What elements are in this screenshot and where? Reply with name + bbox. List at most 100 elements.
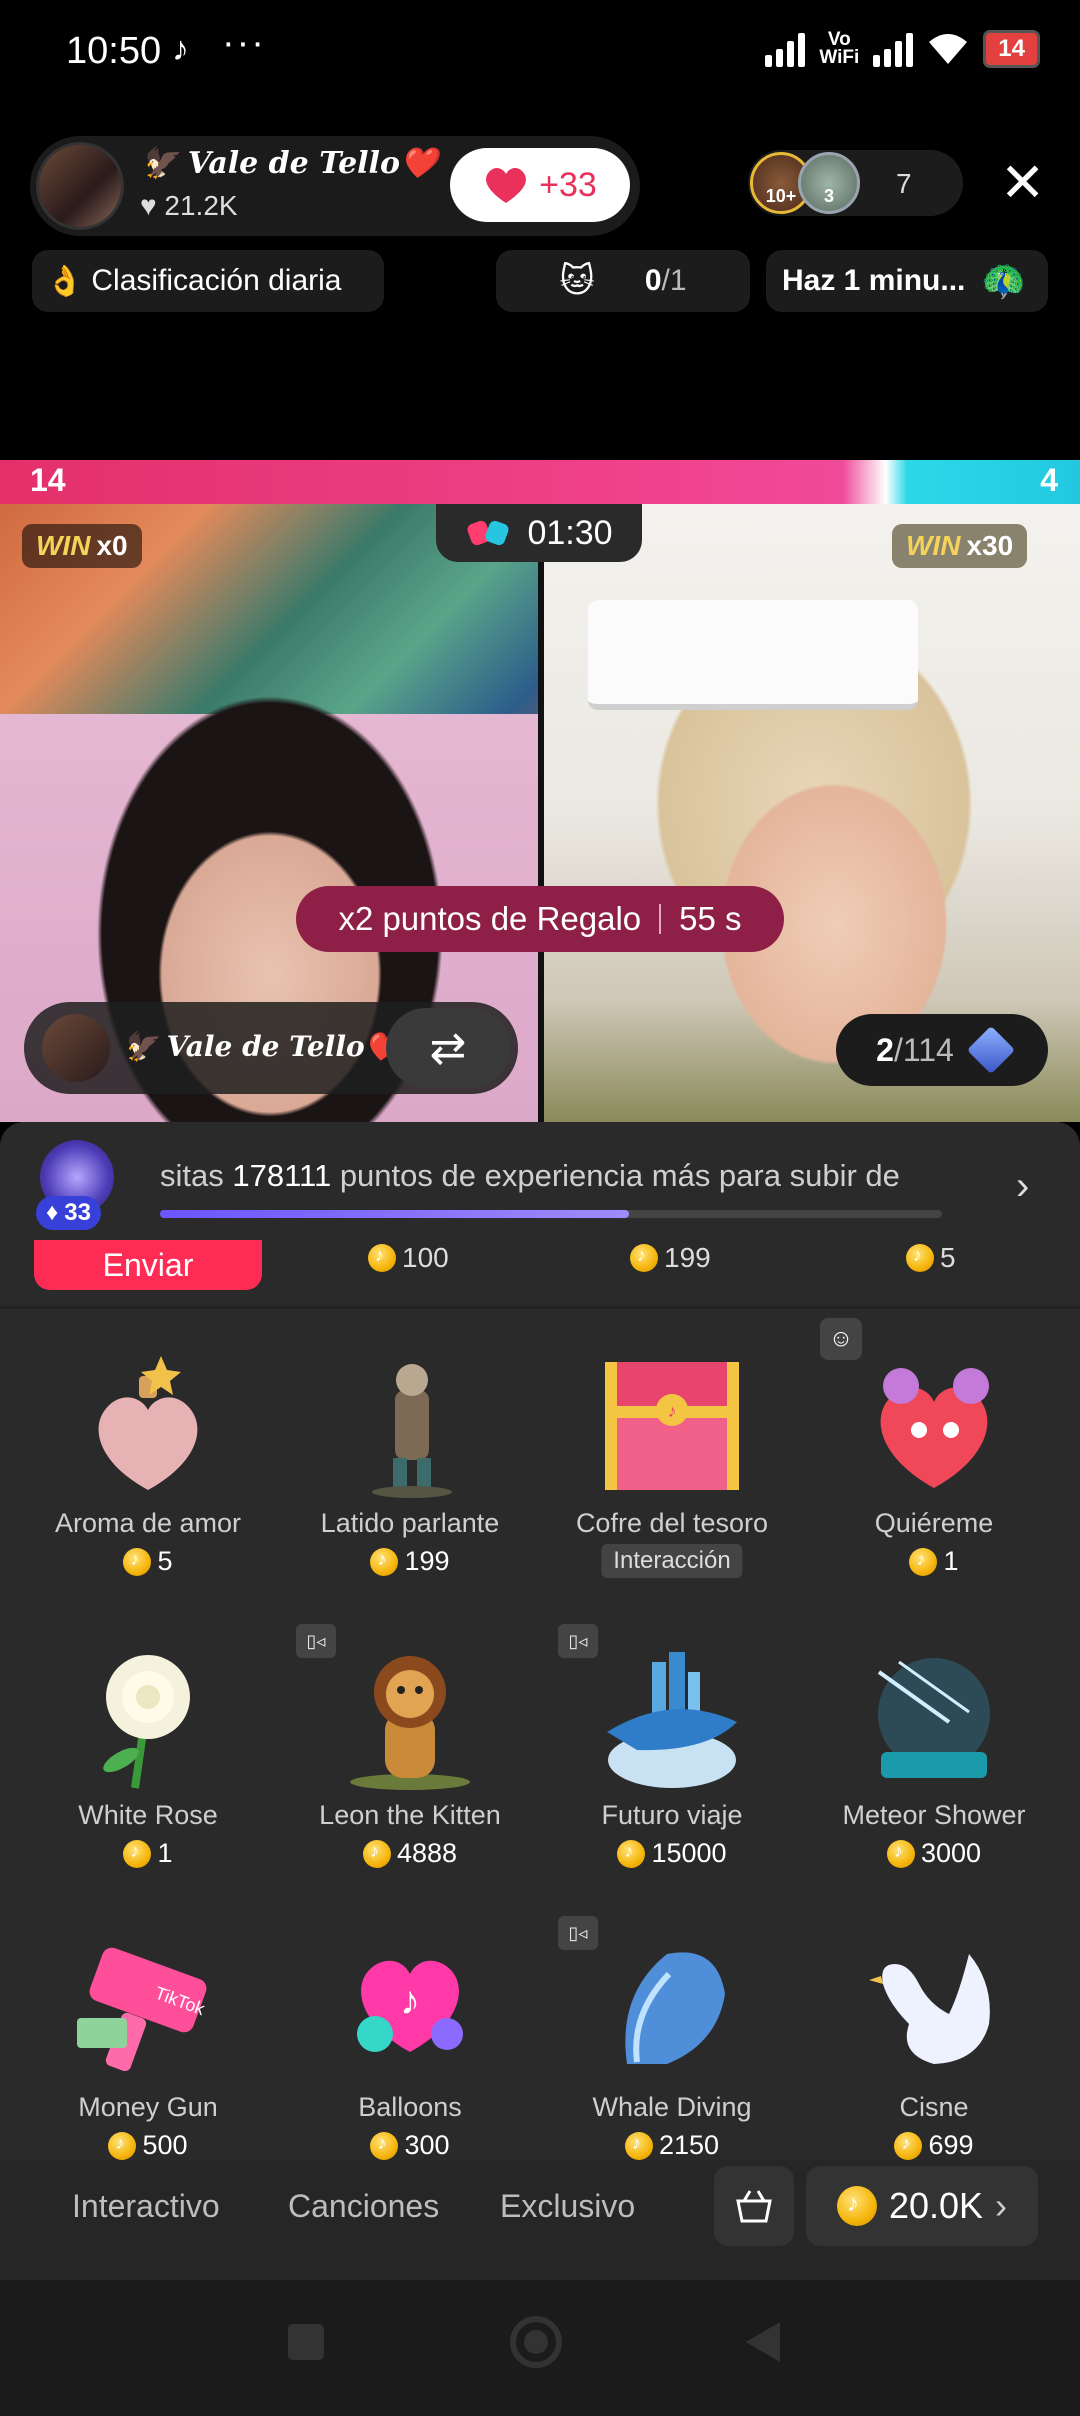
shop-basket-icon[interactable] (714, 2166, 794, 2246)
red-heart-icon (486, 167, 527, 203)
status-icons: Vo WiFi 14 (765, 30, 1040, 68)
gift-item[interactable]: Quiéreme 1 (803, 1350, 1065, 1620)
battle-score-bar (0, 460, 1080, 504)
close-icon[interactable]: ✕ (1000, 156, 1045, 210)
coin-icon (886, 1839, 915, 1868)
lion-icon (350, 1656, 470, 1790)
battle-score-left: 14 (30, 462, 66, 498)
background-ac-unit (588, 600, 918, 710)
white-rose-icon (103, 1655, 190, 1789)
coin-icon (368, 1244, 396, 1272)
gift-item[interactable]: Aroma de amor 5 (17, 1350, 279, 1620)
level-message: sitas 178111 puntos de experiencia más p… (160, 1158, 900, 1193)
recent-apps-icon[interactable] (288, 2324, 324, 2360)
coin-icon (836, 2186, 877, 2226)
coin-icon (123, 1547, 152, 1576)
gift-item[interactable]: ♪ Cofre del tesoro Interacción (541, 1350, 803, 1620)
treasure-chest-icon: ♪ (605, 1362, 739, 1490)
prev-price-2: 199 (630, 1242, 711, 1274)
host-likes: ♥ 21.2K (140, 190, 238, 221)
gift-item[interactable]: White Rose 1 (17, 1642, 279, 1912)
follow-count: +33 (539, 165, 597, 204)
prev-price-1: 100 (368, 1242, 449, 1274)
diamond-icon: ♦ (46, 1199, 59, 1226)
svg-text:♪: ♪ (400, 1979, 420, 2023)
coin-icon (123, 1839, 152, 1868)
tab-interactivo[interactable]: Interactivo (72, 2188, 220, 2225)
coin-balance-button[interactable]: 20.0K › (806, 2166, 1038, 2246)
perfume-icon (98, 1356, 198, 1490)
follow-like-button[interactable]: +33 (450, 148, 630, 222)
signal-icon-2 (873, 31, 914, 67)
hand-icon: 👌 (46, 264, 84, 298)
gift-progress-pill[interactable]: 2/114 (836, 1014, 1048, 1086)
more-notifications-icon: ··· (222, 22, 266, 64)
tab-canciones[interactable]: Canciones (288, 2188, 439, 2225)
win-streak-right: WIN x30 (892, 524, 1028, 568)
goal-chip[interactable]: 🐱 0/1 (496, 250, 750, 312)
coin-icon (617, 1839, 646, 1868)
gift-item[interactable]: Latido parlante 199 (279, 1350, 541, 1620)
cat-gift-icon: 🐱 (559, 262, 595, 300)
level-progress-fill (160, 1210, 629, 1218)
coin-icon (894, 2131, 923, 2160)
host-tag-name: 🦅 Vale de Tello❤️ (122, 1030, 400, 1063)
bonus-banner: x2 puntos de Regalo 55 s (296, 886, 784, 952)
status-time: 10:50 (66, 30, 162, 72)
coin-icon (906, 1244, 934, 1272)
interaction-tag: Interacción (601, 1544, 743, 1578)
goal-progress: 0/1 (644, 264, 687, 297)
swap-icon[interactable]: ⇄ (386, 1008, 510, 1088)
coin-icon (624, 2131, 653, 2160)
coin-balance: 20.0K (888, 2185, 984, 2226)
tab-exclusivo[interactable]: Exclusivo (500, 2188, 635, 2225)
gift-item[interactable]: Meteor Shower 3000 (803, 1642, 1065, 1912)
battle-timer: 01:30 (436, 504, 642, 562)
send-button[interactable]: Enviar (34, 1240, 262, 1290)
whale-icon (625, 1952, 725, 2064)
home-icon[interactable] (510, 2316, 562, 2368)
level-badge: ♦ 33 (36, 1196, 101, 1230)
battle-score-right: 4 (1040, 462, 1058, 498)
whale-city-icon (607, 1652, 737, 1788)
video-divider (538, 504, 544, 1122)
battery-indicator: 14 (983, 30, 1040, 68)
host-avatar[interactable] (36, 142, 124, 230)
daily-ranking-chip[interactable]: 👌 Clasificación diaria (32, 250, 384, 312)
vowifi-label: Vo WiFi (819, 29, 860, 68)
win-streak-left: WIN x0 (22, 524, 142, 568)
coin-icon (370, 2131, 399, 2160)
gem-icon (966, 1025, 1015, 1075)
heart-icon: ♥ (140, 190, 157, 221)
meteor-globe-icon (877, 1658, 990, 1778)
peacock-icon: 🦚 (981, 260, 1027, 301)
goat-figure-icon (372, 1364, 452, 1498)
tiktok-notification-icon: ♪ (172, 30, 189, 68)
coin-icon (362, 1839, 391, 1868)
viewer-avatar-2[interactable]: 3 (798, 152, 860, 214)
host-tag-avatar[interactable] (42, 1014, 110, 1082)
svg-text:♪: ♪ (668, 1401, 677, 1421)
money-gun-icon: TikTok (77, 1947, 208, 2072)
prev-price-3: 5 (906, 1242, 956, 1274)
panel-divider (0, 1306, 1080, 1309)
coin-icon (909, 1547, 938, 1576)
wifi-icon (929, 34, 968, 64)
task-label: Haz 1 minu... (782, 264, 966, 297)
heart-character-icon (880, 1368, 989, 1488)
signal-icon (765, 31, 806, 67)
balloons-icon: ♪ (357, 1960, 463, 2052)
back-icon[interactable] (746, 2322, 780, 2362)
coin-icon (630, 1244, 658, 1272)
coin-icon (370, 1547, 399, 1576)
gift-item[interactable]: Futuro viaje 15000 (541, 1642, 803, 1912)
top-viewers[interactable]: 10+ 3 (748, 150, 963, 216)
chevron-right-icon[interactable]: › (1016, 1164, 1029, 1209)
host-name: 🦅 Vale de Tello❤️ (140, 146, 438, 181)
battle-icon (467, 520, 509, 546)
task-chip[interactable]: Haz 1 minu... 🦚 (766, 250, 1048, 312)
daily-ranking-label: Clasificación diaria (91, 264, 342, 297)
viewer-count[interactable]: 7 (896, 168, 912, 200)
swan-icon (869, 1954, 990, 2064)
gift-item[interactable]: Leon the Kitten 4888 (279, 1642, 541, 1912)
